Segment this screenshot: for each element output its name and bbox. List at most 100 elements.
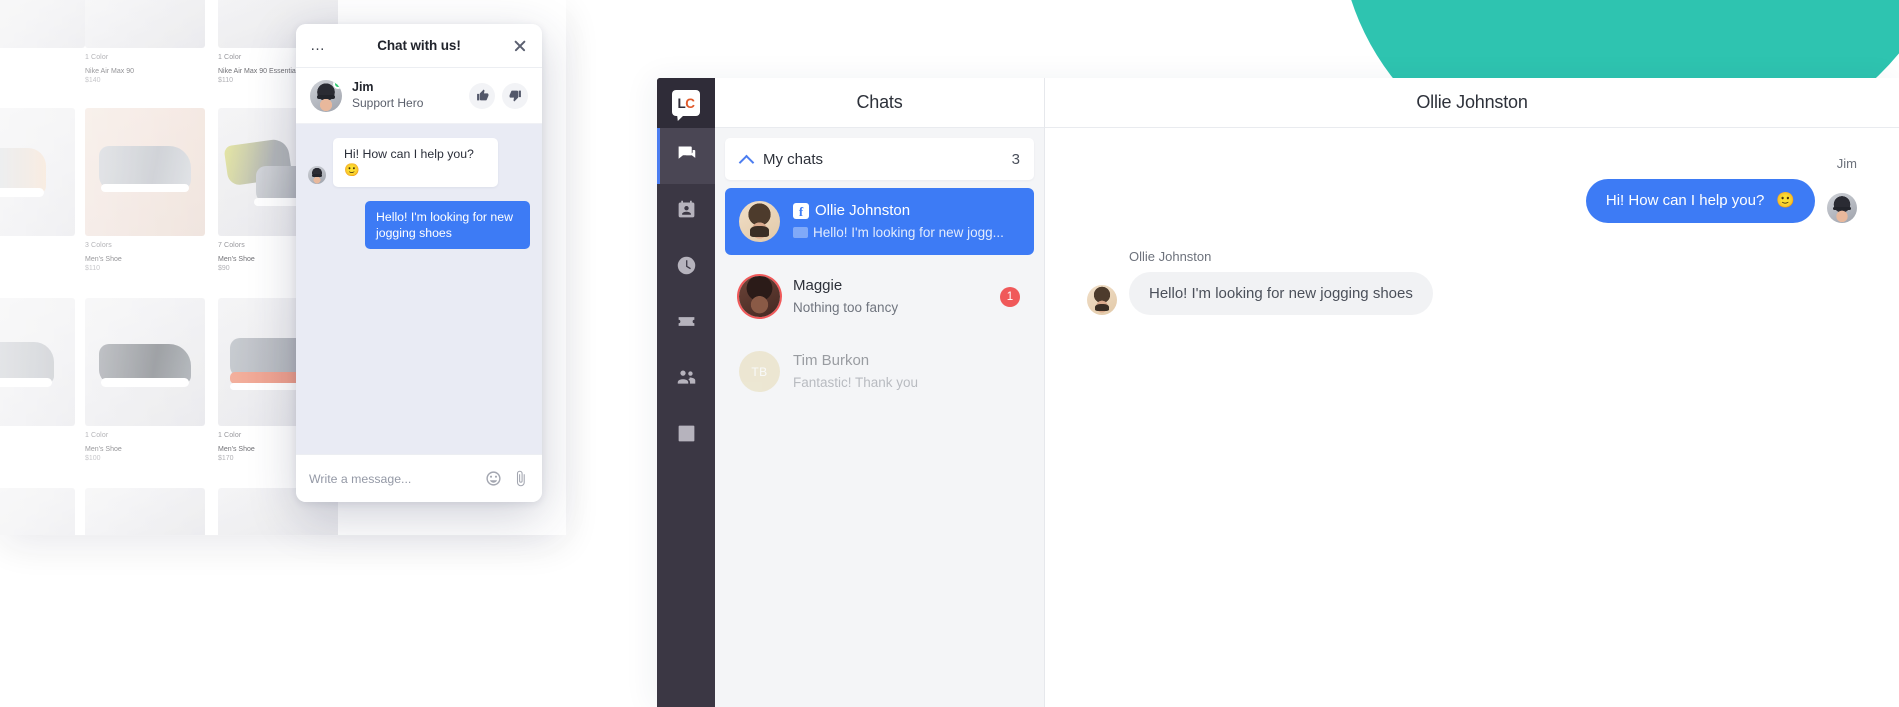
product-name: Men's Shoe [85, 446, 122, 453]
screenshot-root: 1 Color Nike Air Max 90 $140 1 Color Nik… [0, 0, 1899, 707]
chat-preview-text: Nothing too fancy [793, 299, 899, 315]
product-tag: 1 Color [85, 432, 109, 439]
avatar [310, 79, 342, 112]
clock-icon [676, 255, 697, 281]
sidebar-item-history[interactable] [657, 240, 715, 296]
close-icon[interactable] [512, 38, 528, 54]
product-card[interactable]: 1 Color Nike Air Max 90 $140 [85, 0, 205, 84]
chat-bubbles-icon [676, 143, 697, 169]
product-tag: 3 Colors [85, 242, 112, 249]
product-name: Nike Air Max 90 [85, 68, 135, 75]
bar-chart-icon [676, 423, 697, 449]
product-price: $110 [85, 265, 101, 272]
sidebar-item-chats[interactable] [657, 128, 715, 184]
sidebar-item-contacts[interactable] [657, 184, 715, 240]
product-card[interactable] [0, 488, 75, 535]
message-author: Ollie Johnston [1129, 248, 1212, 264]
message-row-incoming: Ollie Johnston Hello! I'm looking for ne… [1087, 248, 1857, 315]
sidebar-nav [657, 128, 715, 464]
message-text: Hi! How can I help you? [344, 147, 474, 161]
chat-widget-agent-bar: Jim Support Hero [296, 68, 542, 124]
chat-widget-title: Chat with us! [377, 38, 461, 53]
product-price: $140 [0, 251, 75, 258]
conversation-panel: Ollie Johnston Jim Hi! How can I help yo… [1045, 78, 1899, 707]
avatar-initials: TB [739, 351, 780, 392]
chat-widget-header: … Chat with us! [296, 24, 542, 68]
chats-panel-title: Chats [856, 92, 903, 112]
logo-letter-l: L [677, 95, 686, 111]
product-card[interactable] [0, 0, 85, 48]
chat-contact-name: Maggie [793, 277, 843, 295]
message-row: Hello! I'm looking for new jogging shoes [308, 200, 530, 250]
chats-panel-header: Chats [715, 78, 1044, 128]
conversation-header: Ollie Johnston [1045, 78, 1899, 128]
chat-preview-text: Fantastic! Thank you [793, 374, 919, 390]
online-status-dot [333, 79, 342, 89]
people-icon [676, 367, 697, 393]
smiley-icon: 🙂 [1776, 192, 1795, 209]
agent-role: Support Hero [352, 95, 424, 110]
livechat-app-window: LC Chats My chats 3 f Ollie Johnston Hel… [657, 78, 1899, 707]
chat-list-item-maggie[interactable]: Maggie Nothing too fancy 1 [725, 263, 1034, 330]
ticket-icon [676, 311, 697, 337]
chats-list: My chats 3 f Ollie Johnston Hello! I'm l… [715, 128, 1044, 707]
contact-card-icon [676, 199, 697, 225]
message-row-outgoing: Jim Hi! How can I help you? 🙂 [1087, 156, 1857, 223]
conversation-messages: Jim Hi! How can I help you? 🙂 Ollie John… [1045, 128, 1899, 707]
chat-group-my-chats[interactable]: My chats 3 [725, 138, 1034, 180]
chat-contact-name: Ollie Johnston [815, 202, 911, 220]
conversation-title: Ollie Johnston [1416, 92, 1528, 112]
message-input-placeholder[interactable]: Write a message... [309, 472, 475, 486]
product-tag: x Essential [0, 242, 75, 249]
message-row: Hi! How can I help you? 🙂 [308, 138, 530, 187]
ellipsis-icon[interactable]: … [310, 38, 326, 53]
unread-badge: 1 [1000, 286, 1020, 307]
smiley-icon: 🙂 [344, 163, 360, 178]
product-card[interactable]: 1 Color Men's Shoe $100 [85, 298, 205, 462]
logo-letter-c: C [685, 95, 695, 111]
product-card[interactable] [85, 488, 205, 535]
avatar [1087, 285, 1117, 315]
avatar [739, 276, 780, 317]
livechat-logo[interactable]: LC [657, 78, 715, 128]
message-author: Jim [1836, 156, 1857, 171]
chevron-up-icon[interactable] [739, 152, 753, 166]
product-tag: w 3D [0, 432, 75, 439]
message-status-icon [793, 226, 808, 238]
message-bubble: Hello! I'm looking for new jogging shoes [1129, 271, 1433, 315]
paperclip-icon[interactable] [512, 470, 529, 487]
chat-group-count: 3 [1011, 150, 1020, 168]
chat-contact-name: Tim Burkon [793, 352, 870, 370]
emoji-icon[interactable] [485, 470, 502, 487]
chat-widget-messages: Hi! How can I help you? 🙂 Hello! I'm loo… [296, 124, 542, 454]
chat-list-item-tim[interactable]: TB Tim Burkon Fantastic! Thank you [725, 338, 1034, 405]
chat-widget: … Chat with us! Jim Support Hero Hi! How… [296, 24, 542, 502]
chats-panel: Chats My chats 3 f Ollie Johnston Hello!… [715, 78, 1045, 707]
message-bubble: Hi! How can I help you? 🙂 [1585, 179, 1815, 223]
chat-list-item-ollie[interactable]: f Ollie Johnston Hello! I'm looking for … [725, 188, 1034, 255]
product-price: $140 [85, 77, 101, 84]
sidebar-item-tickets[interactable] [657, 296, 715, 352]
avatar [739, 201, 780, 242]
thumbs-down-icon[interactable] [502, 82, 528, 109]
agent-name: Jim [352, 79, 374, 94]
avatar [1827, 192, 1857, 223]
product-card[interactable]: x Essential $140 [0, 108, 75, 258]
facebook-icon: f [793, 203, 809, 220]
product-name: Men's Shoe [85, 256, 122, 263]
chat-preview-row: Hello! I'm looking for new jogg... [793, 224, 1020, 242]
app-sidebar: LC [657, 78, 715, 707]
product-card[interactable]: 3 Colors Men's Shoe $110 [85, 108, 205, 272]
avatar [308, 165, 326, 184]
thumbs-up-icon[interactable] [469, 82, 495, 109]
message-text: Hi! How can I help you? [1605, 192, 1765, 209]
product-price: $100 [85, 455, 101, 462]
chat-preview-text: Hello! I'm looking for new jogg... [813, 224, 1004, 240]
chat-group-label: My chats [763, 150, 824, 168]
product-tag: 1 Color [85, 54, 109, 61]
sidebar-item-reports[interactable] [657, 408, 715, 464]
message-bubble: Hello! I'm looking for new jogging shoes [365, 200, 530, 250]
sidebar-item-team[interactable] [657, 352, 715, 408]
product-card[interactable]: w 3D [0, 298, 75, 439]
chat-widget-input-bar[interactable]: Write a message... [296, 454, 542, 502]
